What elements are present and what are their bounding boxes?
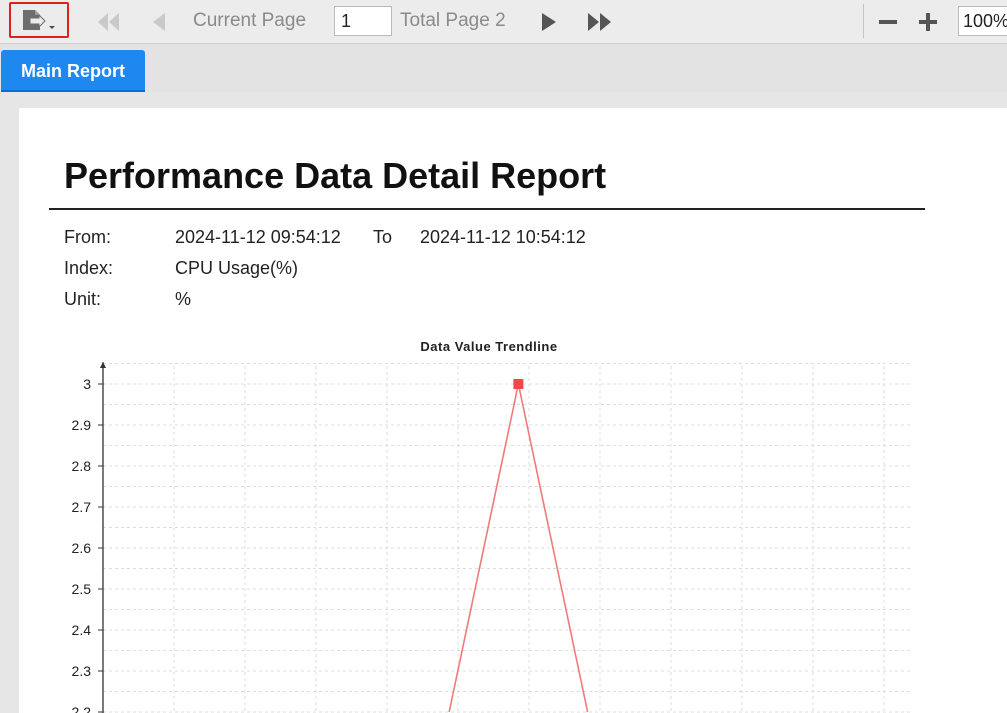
chart-grid [103, 363, 913, 713]
current-page-label: Current Page [193, 10, 307, 31]
zoom-input[interactable] [958, 6, 1007, 36]
y-tick-label: 2.4 [72, 622, 92, 638]
y-tick-label: 2.3 [72, 663, 92, 679]
report-page: Performance Data Detail Report From: 202… [19, 108, 1007, 713]
last-page-icon[interactable] [586, 11, 616, 33]
total-page-label: Total Page 2 [400, 10, 506, 31]
chart-series [448, 379, 589, 713]
chart-tick-labels: 3 2.9 2.8 2.7 2.6 2.5 2.4 2.3 2.2 [72, 376, 103, 713]
y-tick-label: 3 [83, 376, 91, 392]
chart-axes [100, 362, 106, 713]
y-tick-label: 2.7 [72, 499, 92, 515]
trendline-chart: Data Value Trendline 3 2.9 2.8 2.7 2.6 2.5 2.4… [72, 339, 913, 713]
report-tabbar: Main Report [0, 44, 1007, 92]
y-tick-label: 2.8 [72, 458, 92, 474]
zoom-out-icon[interactable] [878, 12, 898, 32]
next-page-icon[interactable] [538, 11, 560, 33]
report-toolbar: Current Page Total Page 2 [0, 0, 1007, 44]
y-tick-label: 2.2 [72, 704, 92, 713]
export-button[interactable] [9, 2, 69, 38]
y-tick-label: 2.5 [72, 581, 92, 597]
previous-page-icon[interactable] [148, 11, 170, 33]
y-tick-label: 2.9 [72, 417, 92, 433]
chart-title: Data Value Trendline [420, 339, 557, 354]
toolbar-separator [863, 4, 864, 38]
data-point-marker [513, 379, 524, 389]
report-viewport[interactable]: Performance Data Detail Report From: 202… [0, 92, 1007, 713]
tab-main-report[interactable]: Main Report [1, 50, 145, 92]
zoom-in-icon[interactable] [918, 12, 938, 32]
y-tick-label: 2.6 [72, 540, 92, 556]
first-page-icon[interactable] [93, 11, 125, 33]
export-document-icon [23, 10, 55, 30]
current-page-input[interactable] [334, 6, 392, 36]
y-axis-arrow [100, 362, 106, 368]
